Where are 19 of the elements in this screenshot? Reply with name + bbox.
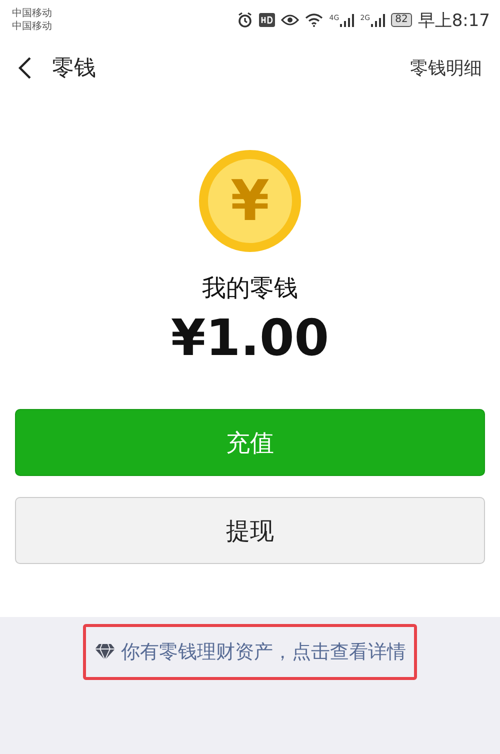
page-title: 零钱 — [52, 54, 97, 82]
carrier-name: 中国移动 — [12, 7, 52, 20]
signal-icon — [371, 14, 386, 26]
carrier-name: 中国移动 — [12, 20, 52, 33]
alarm-icon — [237, 12, 254, 28]
balance-label: 我的零钱 — [202, 273, 298, 304]
withdraw-button[interactable]: 提现 — [15, 497, 485, 564]
signal-icon — [340, 14, 354, 26]
assets-link[interactable]: 你有零钱理财资产，点击查看详情 — [121, 639, 406, 665]
eye-icon — [281, 13, 300, 27]
coin-icon: ¥ — [199, 150, 301, 252]
details-link[interactable]: 零钱明细 — [410, 56, 482, 80]
wifi-icon — [305, 13, 324, 27]
back-icon[interactable] — [18, 56, 32, 80]
diamond-icon — [94, 643, 116, 661]
balance-amount: ¥1.00 — [170, 308, 330, 368]
battery-level: 82 — [391, 13, 412, 27]
clock-time: 早上8:17 — [418, 10, 490, 32]
hd-icon — [259, 13, 276, 27]
